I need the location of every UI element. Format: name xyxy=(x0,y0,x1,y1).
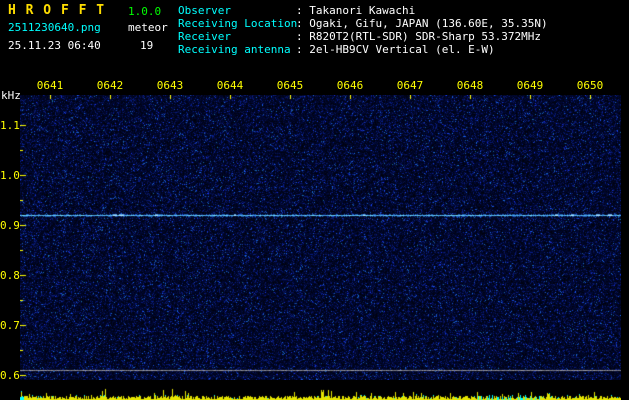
info-row-location: Receiving Location: Ogaki, Gifu, JAPAN (… xyxy=(178,17,548,30)
hrofft-screen: H R O F F T 1.0.0 2511230640.png meteor … xyxy=(0,0,629,400)
x-tick-label: 0641 xyxy=(36,79,64,92)
y-axis-unit: kHz xyxy=(1,89,21,102)
info-value: : 2el-HB9CV Vertical (el. E-W) xyxy=(296,43,495,56)
x-tick-label: 0643 xyxy=(156,79,184,92)
y-tick-label: 0.8 xyxy=(0,269,20,282)
app-title: H R O F F T xyxy=(8,3,106,18)
x-tick-label: 0649 xyxy=(516,79,544,92)
x-tick-label: 0650 xyxy=(576,79,604,92)
mode-label: meteor xyxy=(128,21,168,34)
x-tick-label: 0648 xyxy=(456,79,484,92)
y-tick-label: 1.1 xyxy=(0,119,20,132)
info-label: Observer xyxy=(178,4,231,17)
level-strip-canvas xyxy=(20,384,621,400)
y-tick-label: 0.9 xyxy=(0,219,20,232)
info-value: : R820T2(RTL-SDR) SDR-Sharp 53.372MHz xyxy=(296,30,542,43)
info-row-receiver: Receiver : R820T2(RTL-SDR) SDR-Sharp 53.3… xyxy=(178,30,541,43)
x-tick-label: 0642 xyxy=(96,79,124,92)
x-tick-label: 0644 xyxy=(216,79,244,92)
echo-count: 19 xyxy=(140,39,154,52)
info-label: Receiving antenna xyxy=(178,43,291,56)
app-version: 1.0.0 xyxy=(128,5,162,18)
x-tick-label: 0645 xyxy=(276,79,304,92)
datetime: 25.11.23 06:40 xyxy=(8,39,101,52)
info-row-antenna: Receiving antenna : 2el-HB9CV Vertical (e… xyxy=(178,43,495,56)
info-label: Receiver xyxy=(178,30,231,43)
y-tick-label: 0.6 xyxy=(0,369,20,382)
info-row-observer: Observer : Takanori Kawachi xyxy=(178,4,415,17)
info-value: : Ogaki, Gifu, JAPAN (136.60E, 35.35N) xyxy=(296,17,548,30)
y-tick-label: 1.0 xyxy=(0,169,20,182)
info-label: Receiving Location xyxy=(178,17,298,30)
y-tick-label: 0.7 xyxy=(0,319,20,332)
info-value: : Takanori Kawachi xyxy=(296,4,416,17)
spectrogram-canvas xyxy=(20,95,621,380)
filename: 2511230640.png xyxy=(8,21,101,34)
x-tick-label: 0647 xyxy=(396,79,424,92)
x-tick-label: 0646 xyxy=(336,79,364,92)
